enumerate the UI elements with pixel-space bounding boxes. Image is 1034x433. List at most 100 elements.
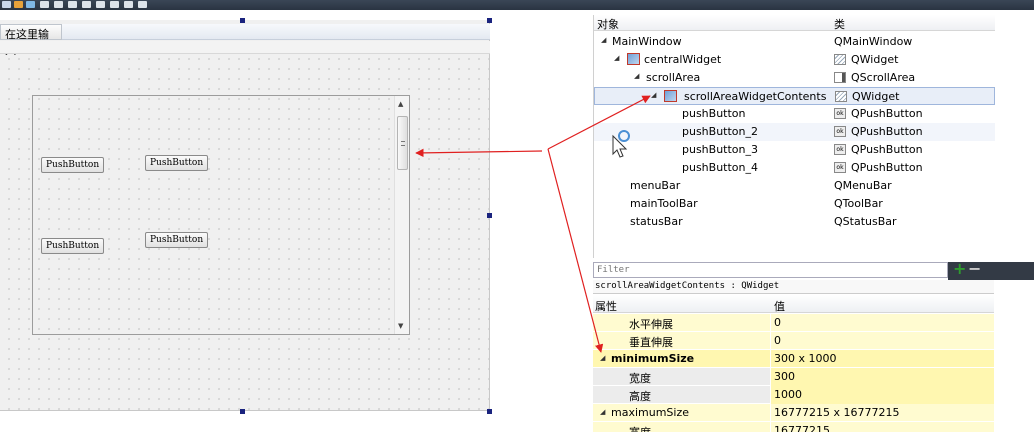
widget-class-icon <box>835 91 847 102</box>
edit-signals-icon[interactable] <box>14 1 23 8</box>
form-toolbar-area <box>0 41 490 54</box>
column-divider <box>770 332 771 350</box>
property-name: 宽度 <box>629 426 651 433</box>
designer-form[interactable]: 在这里输入 PushButton PushButton PushButton P… <box>0 20 490 411</box>
tree-item-class: QMainWindow <box>834 35 913 48</box>
tree-row-maintoolbar[interactable]: mainToolBar QToolBar <box>594 195 995 213</box>
expand-arrow-icon[interactable]: ◢ <box>634 72 639 80</box>
property-value[interactable]: 300 <box>771 368 994 386</box>
property-value[interactable]: 16777215 x 16777215 <box>774 406 899 419</box>
scroll-up-icon[interactable]: ▲ <box>398 100 403 108</box>
expand-arrow-icon[interactable]: ◢ <box>600 354 605 362</box>
property-name: 宽度 <box>629 372 651 385</box>
tree-item-name: pushButton <box>682 107 746 120</box>
column-divider <box>770 404 771 422</box>
push-button-3[interactable]: PushButton <box>41 238 105 254</box>
tree-row-statusbar[interactable]: statusBar QStatusBar <box>594 213 995 231</box>
layout-vsplitter-icon[interactable] <box>82 1 91 8</box>
add-property-icon[interactable]: + <box>953 261 967 277</box>
tree-row-pushbutton[interactable]: pushButton ok QPushButton <box>594 105 995 123</box>
edit-buddies-icon[interactable] <box>26 1 35 8</box>
column-class[interactable]: 类 <box>834 16 845 32</box>
property-value[interactable]: 0 <box>774 334 781 347</box>
resize-handle-top[interactable] <box>240 18 245 23</box>
filter-row: + − <box>593 261 1034 280</box>
object-inspector-header: 对象 类 <box>594 15 995 31</box>
layout-horizontal-icon[interactable] <box>40 1 49 8</box>
break-layout-icon[interactable] <box>124 1 133 8</box>
tree-row-scrollarea[interactable]: ◢ scrollArea QScrollArea <box>594 69 995 87</box>
tree-row-scrollareawidgetcontents[interactable]: ◢ scrollAreaWidgetContents QWidget <box>594 87 995 105</box>
property-value[interactable]: 0 <box>774 316 781 329</box>
tree-item-name: scrollArea <box>646 71 701 84</box>
property-value[interactable]: 16777215 <box>774 424 830 432</box>
tree-row-mainwindow[interactable]: ◢ MainWindow QMainWindow <box>594 33 995 51</box>
column-property[interactable]: 属性 <box>595 298 617 314</box>
layout-grid-icon[interactable] <box>110 1 119 8</box>
layout-splitter-icon[interactable] <box>68 1 77 8</box>
menu-type-here[interactable]: 在这里输入 <box>0 24 62 57</box>
column-value[interactable]: 值 <box>774 298 785 314</box>
property-value[interactable]: 300 x 1000 <box>774 352 837 365</box>
remove-property-icon[interactable]: − <box>968 261 981 277</box>
tree-row-centralwidget[interactable]: ◢ centralWidget QWidget <box>594 51 995 69</box>
property-editor-header: 属性 值 <box>593 295 994 313</box>
tree-item-name: pushButton_2 <box>682 125 759 138</box>
property-row-minimumsize[interactable]: ◢ minimumSize 300 x 1000 <box>593 350 994 368</box>
pushbutton-class-icon: ok <box>834 162 846 173</box>
column-divider <box>770 350 771 368</box>
property-row-min-height[interactable]: 高度 1000 <box>593 386 994 404</box>
tree-item-name: MainWindow <box>612 35 682 48</box>
expand-arrow-icon[interactable]: ◢ <box>601 36 606 44</box>
scroll-down-icon[interactable]: ▼ <box>398 322 403 330</box>
push-button-1[interactable]: PushButton <box>41 157 105 173</box>
tree-row-pushbutton-3[interactable]: pushButton_3 ok QPushButton <box>594 141 995 159</box>
designer-toolbar <box>0 0 1034 10</box>
property-name: 垂直伸展 <box>629 336 673 349</box>
property-row-min-width[interactable]: 宽度 300 <box>593 368 994 386</box>
resize-handle-right[interactable] <box>487 213 492 218</box>
property-row-maximumsize[interactable]: ◢ maximumSize 16777215 x 16777215 <box>593 404 994 422</box>
pushbutton-class-icon: ok <box>834 126 846 137</box>
column-divider <box>770 314 771 332</box>
filter-input[interactable] <box>593 262 948 278</box>
layout-form-icon[interactable] <box>96 1 105 8</box>
grip-icon <box>401 141 405 146</box>
pushbutton-class-icon: ok <box>834 108 846 119</box>
resize-handle-bottom[interactable] <box>240 409 245 414</box>
property-row-horizontal-stretch[interactable]: 水平伸展 0 <box>593 314 994 332</box>
screenshot-root: 在这里输入 PushButton PushButton PushButton P… <box>0 0 1034 433</box>
vertical-scrollbar[interactable]: ▲ ▼ <box>394 96 409 334</box>
tree-row-pushbutton-4[interactable]: pushButton_4 ok QPushButton <box>594 159 995 177</box>
expand-arrow-icon[interactable]: ◢ <box>651 91 656 99</box>
property-value[interactable]: 1000 <box>771 386 994 404</box>
property-editor-caption: scrollAreaWidgetContents : QWidget <box>593 280 994 294</box>
tree-item-class: QPushButton <box>851 125 923 138</box>
tree-row-menubar[interactable]: menuBar QMenuBar <box>594 177 995 195</box>
tree-item-class: QPushButton <box>851 161 923 174</box>
tree-item-class: QScrollArea <box>851 71 916 84</box>
resize-handle-bottom-right[interactable] <box>487 409 492 414</box>
tree-row-pushbutton-2[interactable]: pushButton_2 ok QPushButton <box>594 123 995 141</box>
widget-object-icon <box>627 53 640 65</box>
property-name: maximumSize <box>611 406 690 419</box>
edit-widgets-icon[interactable] <box>2 1 11 8</box>
layout-vertical-icon[interactable] <box>54 1 63 8</box>
property-row-max-width[interactable]: 宽度 16777215 <box>593 422 994 433</box>
push-button-2[interactable]: PushButton <box>145 155 209 171</box>
property-row-vertical-stretch[interactable]: 垂直伸展 0 <box>593 332 994 350</box>
expand-arrow-icon[interactable]: ◢ <box>600 408 605 416</box>
tree-item-class: QToolBar <box>834 197 883 210</box>
tree-item-class: QWidget <box>852 90 900 103</box>
scrollbar-thumb[interactable] <box>397 116 408 170</box>
tree-item-class: QMenuBar <box>834 179 892 192</box>
push-button-4[interactable]: PushButton <box>145 232 209 248</box>
resize-handle-top-right[interactable] <box>487 18 492 23</box>
adjust-size-icon[interactable] <box>138 1 147 8</box>
form-menubar[interactable]: 在这里输入 <box>0 24 490 57</box>
expand-arrow-icon[interactable]: ◢ <box>614 54 619 62</box>
column-object[interactable]: 对象 <box>597 16 619 32</box>
widget-object-icon <box>664 90 677 102</box>
column-divider <box>770 422 771 432</box>
scroll-area[interactable]: PushButton PushButton PushButton PushBut… <box>32 95 410 335</box>
